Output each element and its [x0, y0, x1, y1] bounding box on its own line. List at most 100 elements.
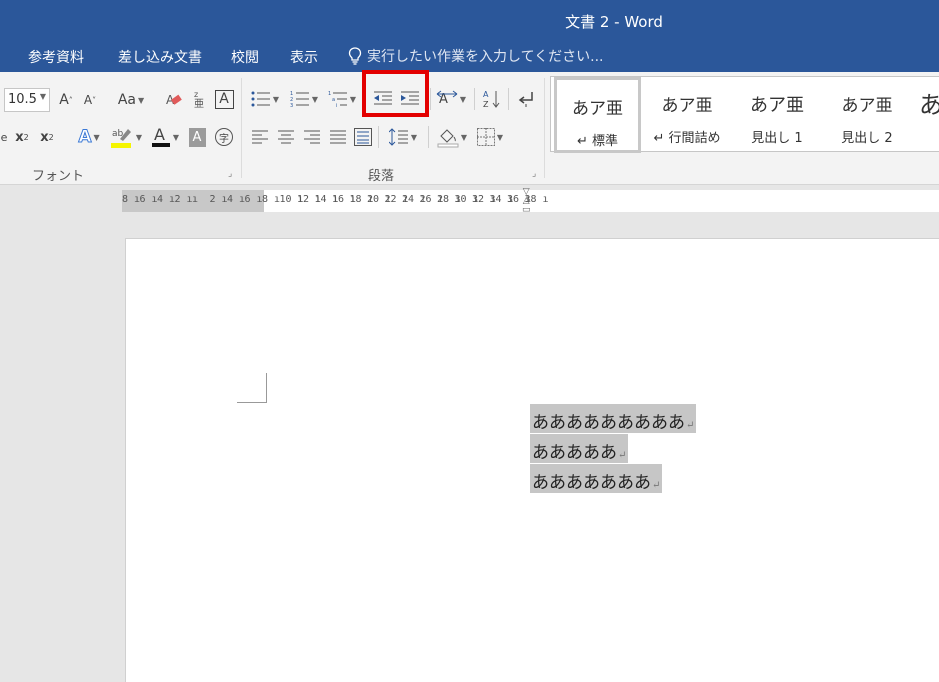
character-border-button[interactable]: A [213, 88, 235, 110]
svg-text:1: 1 [328, 91, 331, 97]
margin-corner-mark [237, 373, 267, 403]
align-center-button[interactable] [276, 126, 296, 148]
selected-line-2[interactable]: あああああ↵ [530, 434, 629, 463]
font-size-box[interactable]: 10.5 ▼ [4, 88, 50, 112]
svg-text:3: 3 [290, 103, 293, 108]
style-sample: あア亜 [841, 96, 893, 116]
style-sample: あア亜 [572, 99, 623, 119]
superscript-button[interactable]: x2 [37, 126, 57, 148]
ruler-tick-label: 8 ı [122, 194, 141, 205]
paragraph-mark: ↵ [652, 480, 661, 491]
selected-line-1[interactable]: あああああああああ↵ [530, 404, 697, 433]
numbering-button[interactable]: 1 2 3 ▼ [287, 88, 321, 110]
tell-me-text: 実行したい作業を入力してください... [367, 49, 604, 65]
grow-font-button[interactable]: A ˄ [57, 89, 75, 111]
multilevel-list-icon: 1ai [328, 91, 347, 108]
indent-marker-icon[interactable]: ▽ △ ▭ [522, 188, 531, 215]
character-spacing-button[interactable]: A ▼ [434, 88, 468, 110]
divider [428, 126, 429, 148]
character-spacing-icon: A [436, 90, 458, 107]
style-no-spacing[interactable]: あア亜 ↵ 行間詰め [644, 77, 730, 153]
chevron-down-icon: ▼ [39, 92, 46, 101]
line-text: あああああ [532, 443, 617, 463]
show-formatting-marks-button[interactable] [514, 88, 538, 110]
selected-line-3[interactable]: あああああああ↵ [530, 464, 663, 493]
style-sample: あア亜 [661, 96, 713, 116]
tab-review[interactable]: 校閲 [231, 47, 259, 67]
enclose-characters-button[interactable]: 字 [213, 126, 235, 148]
bullets-button[interactable]: ▼ [248, 88, 282, 110]
window-title: 文書 2 - Word [565, 13, 663, 31]
font-dialog-launcher-icon[interactable]: ⌟ [228, 169, 232, 179]
character-border-icon: A [214, 89, 234, 109]
horizontal-ruler[interactable]: 8 ı6 ı4 ı2 ı ı2 ı4 ı6 ı8 ı 10 ı 12 ı 14 ı 16… [122, 188, 939, 215]
tell-me-box[interactable]: 実行したい作業を入力してください... [348, 46, 604, 66]
ruler-tick-label: 2 ı [209, 194, 228, 205]
clear-formatting-button[interactable]: A [164, 88, 184, 110]
ribbon-tabs: 参考資料 差し込み文書 校閲 表示 実行したい作業を入力してください... [0, 40, 939, 72]
strikethrough-button[interactable]: e [0, 126, 8, 148]
style-heading-2[interactable]: あア亜 見出し 2 [824, 77, 910, 153]
highlighter-icon: ab [110, 129, 131, 148]
style-title[interactable]: あ [911, 77, 939, 153]
change-case-button[interactable]: Aa ▼ [115, 89, 147, 111]
numbered-list-icon: 123 [290, 91, 309, 108]
text-effects-button[interactable]: A ▼ [74, 126, 104, 148]
phonetic-guide-button[interactable]: z亜 [189, 88, 209, 110]
document-page[interactable]: あああああああああ↵ あああああ↵ あああああああ↵ [125, 238, 939, 682]
group-divider [241, 78, 242, 178]
ribbon: 10.5 ▼ A ˄ A ˅ Aa ▼ A z亜 A e x2 x2 A ▼ ab ▼ A… [0, 72, 939, 185]
align-left-icon [252, 130, 268, 144]
paragraph-dialog-launcher-icon[interactable]: ⌟ [532, 169, 536, 179]
character-shading-icon: A [188, 127, 206, 147]
borders-button[interactable]: ▼ [472, 126, 508, 148]
style-normal[interactable]: あア亜 ↵ 標準 [554, 77, 641, 153]
distributed-button[interactable] [353, 126, 373, 148]
paragraph-mark: ↵ [618, 450, 627, 461]
paragraph-group-label: 段落 [368, 169, 395, 184]
font-size-value: 10.5 [8, 92, 37, 107]
style-name: 見出し 1 [751, 131, 803, 146]
formatting-marks-icon [518, 92, 533, 107]
indent-buttons-highlight [362, 70, 429, 117]
divider [508, 88, 509, 110]
sort-button[interactable]: AZ [480, 88, 504, 110]
justify-icon [330, 130, 346, 144]
ruler-tick-label: 4 ı [157, 194, 176, 205]
line-spacing-icon [388, 128, 408, 146]
style-heading-1[interactable]: あア亜 見出し 1 [733, 77, 821, 153]
divider [378, 126, 379, 148]
tab-references[interactable]: 参考資料 [28, 47, 84, 67]
font-color-button[interactable]: A ▼ [148, 124, 182, 150]
shading-button[interactable]: ▼ [434, 124, 470, 150]
lightbulb-icon [348, 47, 362, 65]
enclose-characters-icon: 字 [215, 128, 233, 146]
ruler-tick-label: ı [192, 194, 199, 205]
highlight-color-button[interactable]: ab ▼ [108, 124, 144, 150]
line-spacing-button[interactable]: ▼ [385, 126, 421, 148]
style-sample: あア亜 [750, 95, 804, 116]
line-text: あああああああ [532, 473, 651, 493]
ruler-tick-label: 4 ı [227, 194, 246, 205]
subscript-button[interactable]: x2 [12, 126, 32, 148]
ruler-tick-label: 6 ı [139, 194, 158, 205]
style-name: ↵ 行間詰め [653, 131, 721, 146]
tab-mailings[interactable]: 差し込み文書 [118, 47, 202, 67]
align-left-button[interactable] [250, 126, 270, 148]
distributed-icon [354, 128, 372, 146]
font-group-label: フォント [32, 169, 85, 184]
phonetic-guide-icon: z亜 [194, 90, 204, 109]
bullet-list-icon [251, 91, 270, 107]
multilevel-list-button[interactable]: 1 a i ▼ [325, 88, 359, 110]
divider [430, 88, 431, 110]
align-right-button[interactable] [302, 126, 322, 148]
ruler-tick-label: 6 ı [244, 194, 263, 205]
font-color-icon: A [151, 125, 170, 147]
paint-bucket-icon [437, 129, 459, 148]
style-sample: あ [919, 91, 939, 119]
shrink-font-button[interactable]: A ˅ [81, 89, 99, 111]
character-shading-button[interactable]: A [187, 126, 207, 148]
justify-button[interactable] [328, 126, 348, 148]
paragraph-mark: ↵ [686, 420, 695, 431]
tab-view[interactable]: 表示 [290, 47, 318, 67]
